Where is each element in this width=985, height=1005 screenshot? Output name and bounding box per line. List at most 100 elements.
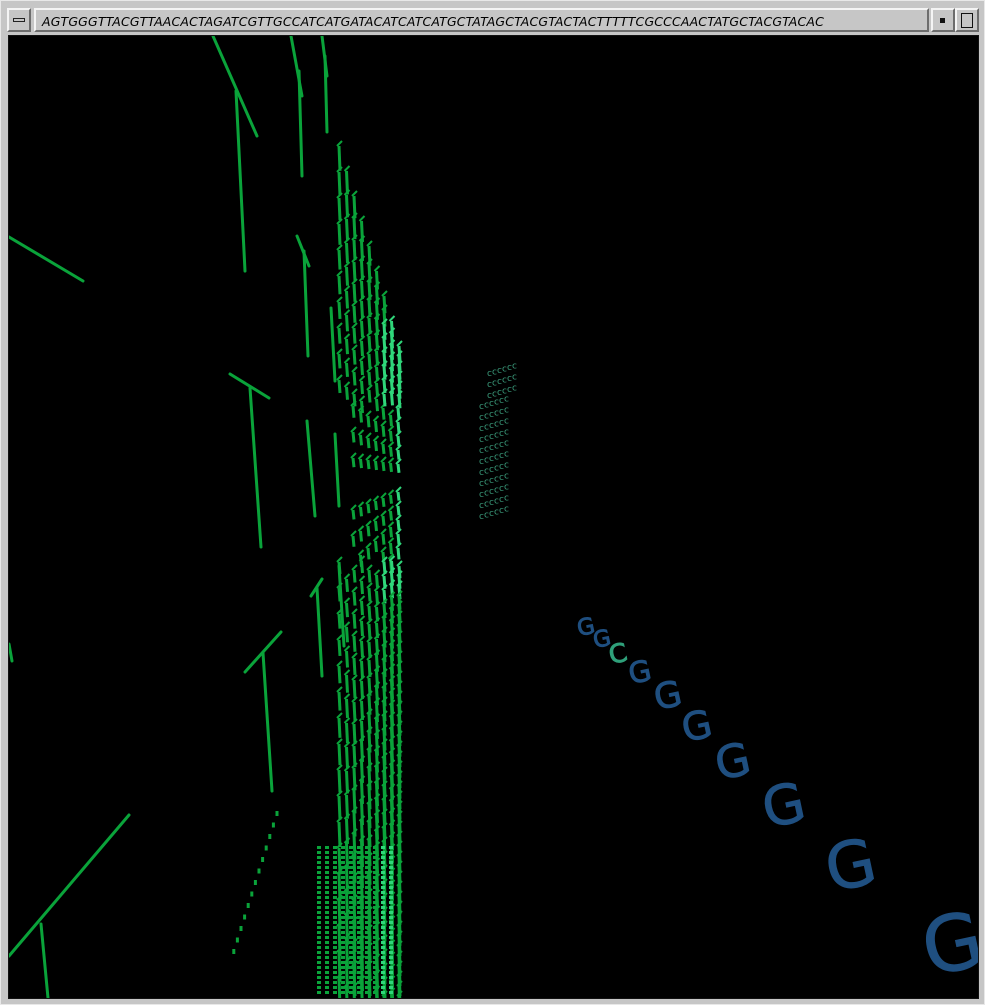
grid-block	[389, 876, 393, 879]
grid-block	[357, 861, 361, 864]
grid-block	[357, 866, 361, 869]
grid-block	[365, 956, 369, 959]
grid-stroke-tick	[387, 521, 395, 528]
minimize-button[interactable]	[931, 8, 955, 32]
grid-stroke	[367, 335, 372, 352]
grid-block	[317, 991, 321, 994]
grid-block	[325, 921, 329, 924]
grid-stroke-tick	[343, 621, 351, 628]
grid-block	[317, 976, 321, 979]
grid-block	[389, 911, 393, 914]
grid-block	[365, 911, 369, 914]
grid-stroke-tick	[366, 240, 373, 247]
grid-stroke-tick	[366, 600, 373, 607]
grid-stroke	[345, 650, 349, 668]
sequence-grid	[317, 140, 403, 998]
grid-block	[365, 916, 369, 919]
grid-block	[373, 921, 377, 924]
maximize-button[interactable]	[955, 8, 979, 32]
grid-stroke-tick	[396, 560, 403, 567]
nucleotide-letter: G	[819, 825, 883, 908]
grid-block	[357, 886, 361, 889]
grid-stroke	[352, 327, 357, 344]
panel-glyph: c	[512, 362, 517, 372]
grid-stroke	[337, 587, 342, 602]
grid-stroke-tick	[372, 495, 380, 502]
grid-stroke-tick	[358, 355, 366, 362]
grid-block	[389, 966, 393, 969]
grid-block	[365, 931, 369, 934]
grid-stroke	[345, 386, 349, 400]
grid-block	[357, 956, 361, 959]
grid-block	[349, 851, 353, 854]
nucleotide-letter: G	[710, 732, 755, 791]
grid-block	[325, 941, 329, 944]
grid-block	[381, 871, 385, 874]
grid-stroke-tick	[336, 764, 343, 771]
grid-stroke-tick	[343, 165, 351, 172]
grid-stroke-tick	[358, 215, 366, 222]
grid-block	[333, 881, 337, 884]
grid-block	[381, 941, 385, 944]
grid-block	[389, 926, 393, 929]
grid-block	[381, 906, 385, 909]
grid-block	[357, 871, 361, 874]
grid-stroke	[389, 526, 393, 538]
grid-stroke	[337, 795, 342, 820]
grid-stroke	[382, 393, 387, 407]
grid-block	[373, 851, 377, 854]
grid-stroke	[345, 578, 349, 593]
grid-block	[373, 896, 377, 899]
grid-block	[373, 986, 377, 989]
grid-stroke	[337, 379, 342, 394]
grid-block	[357, 926, 361, 929]
panel-glyph: c	[504, 439, 509, 449]
grid-stroke-tick	[343, 573, 351, 580]
grid-stroke-tick	[358, 635, 366, 642]
grid-stroke	[366, 459, 371, 470]
grid-block	[349, 846, 353, 849]
grid-stroke	[375, 270, 379, 290]
grid-block	[365, 906, 369, 909]
grid-block	[357, 936, 361, 939]
grid-stroke-tick	[350, 452, 357, 459]
grid-stroke	[337, 353, 342, 369]
grid-block	[381, 931, 385, 934]
grid-stroke-tick	[343, 693, 351, 700]
grid-stroke-tick	[336, 556, 343, 563]
grid-block	[333, 866, 337, 869]
grid-block	[333, 971, 337, 974]
grid-stroke	[360, 980, 364, 998]
3d-viewport[interactable]: cccccccccccccccccccccccccccccccccccccccc…	[8, 35, 979, 999]
grid-block	[357, 906, 361, 909]
panel-glyph: c	[504, 505, 509, 515]
grid-stroke	[389, 430, 393, 442]
grid-block	[325, 981, 329, 984]
grid-block	[325, 926, 329, 929]
grid-stroke	[345, 770, 349, 794]
grid-stroke	[345, 290, 349, 309]
grid-stroke-tick	[380, 492, 387, 499]
grid-block	[373, 961, 377, 964]
grid-block	[333, 891, 337, 894]
grid-block	[341, 926, 345, 929]
grid-block	[341, 851, 345, 854]
grid-stroke	[381, 533, 386, 545]
grid-stroke-tick	[358, 615, 366, 622]
grid-stroke	[337, 665, 342, 684]
grid-stroke	[345, 314, 349, 332]
grid-block	[381, 881, 385, 884]
grid-block	[373, 876, 377, 879]
grid-block	[333, 871, 337, 874]
grid-block	[381, 886, 385, 889]
grid-stroke-tick	[387, 409, 395, 416]
grid-block	[373, 911, 377, 914]
grid-stroke	[337, 717, 342, 738]
grid-stroke-tick	[358, 575, 366, 582]
dna-sequence-scene: c c c c c cc c c c c cc c c c c cc c c c c cc c c c c cc c c c c cc c c c…	[9, 36, 978, 998]
grid-block	[341, 891, 345, 894]
panel-glyph: c	[504, 417, 509, 427]
grid-block	[325, 971, 329, 974]
grid-stroke	[397, 995, 401, 998]
window-menu-button[interactable]	[7, 8, 31, 32]
